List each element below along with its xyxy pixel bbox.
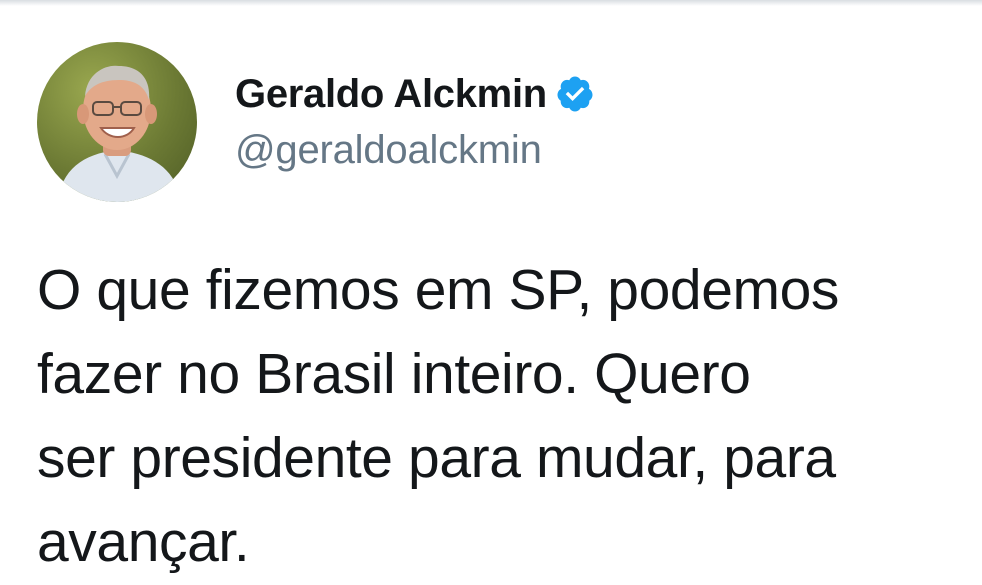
avatar[interactable]	[37, 42, 197, 202]
user-handle[interactable]: @geraldoalckmin	[235, 128, 595, 173]
tweet-text: O que fizemos em SP, podemos fazer no Br…	[37, 258, 839, 574]
verified-badge-icon	[555, 74, 595, 114]
display-name[interactable]: Geraldo Alckmin	[235, 72, 547, 117]
name-row: Geraldo Alckmin	[235, 70, 595, 118]
profile-photo-icon	[57, 65, 182, 202]
tweet-card: Geraldo Alckmin @geraldoalckmin O que fi…	[0, 0, 982, 585]
tweet-author: Geraldo Alckmin @geraldoalckmin	[235, 70, 595, 173]
